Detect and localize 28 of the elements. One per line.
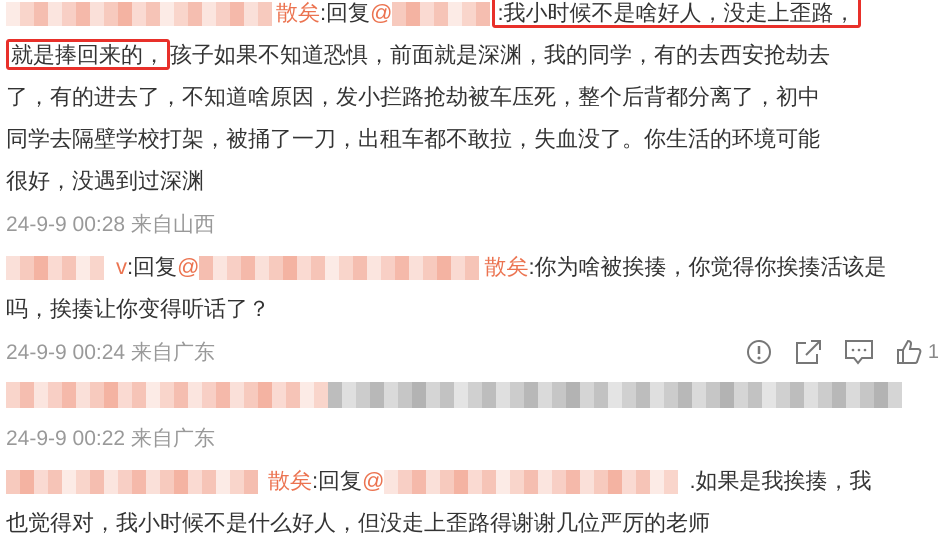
comment-text: 了，有的进去了，不知道啥原因，发小拦路抢劫被车压死，整个后背都分离了，初中 [6, 84, 820, 109]
highlighted-text: 就是捧回来的， [6, 39, 170, 70]
reply-label: :回复 [312, 468, 362, 493]
highlighted-text: :我小时候不是啥好人，没走上歪路， [492, 0, 861, 28]
comment-text: 孩子如果不知道恐惧，前面就是深渊，我的同学，有的去西安抢劫去 [170, 42, 830, 67]
comment-icon[interactable] [844, 339, 874, 365]
comment-text: .如果是我挨揍，我 [689, 468, 872, 493]
mention-link[interactable]: @ [362, 468, 384, 493]
reply-label: :回复 [320, 0, 370, 25]
comment-time: 24-9-9 00:22 来自广东 [6, 426, 215, 452]
author-name[interactable]: v [116, 254, 127, 279]
comment-text: 吗，挨揍让你变得听话了？ [6, 296, 270, 321]
like-icon[interactable] [896, 339, 922, 365]
share-icon[interactable] [794, 339, 822, 365]
comment-text: 同学去隔壁学校打架，被捅了一刀，出租车都不敢拉，失血没了。你生活的环境可能 [6, 126, 820, 151]
author-name[interactable]: 散矣 [268, 468, 312, 493]
author-name[interactable]: 散矣 [276, 0, 320, 25]
comment-text: :你为啥被挨揍，你觉得你挨揍活该是 [528, 254, 887, 279]
comment-text: 很好，没遇到过深渊 [6, 168, 204, 193]
mention-name[interactable]: 散矣 [484, 254, 528, 279]
reply-label: :回复 [127, 254, 178, 279]
mention-link[interactable]: @ [177, 254, 200, 279]
mention-link[interactable]: @ [370, 0, 392, 25]
comment-time: 24-9-9 00:24 来自广东 [6, 340, 215, 366]
report-icon[interactable] [746, 339, 772, 365]
comment-text: 也觉得对，我小时候不是什么好人，但没走上歪路得谢谢几位严厉的老师 [6, 510, 710, 535]
like-count: 1 [928, 340, 939, 364]
comment-time: 24-9-9 00:28 来自山西 [6, 212, 215, 238]
